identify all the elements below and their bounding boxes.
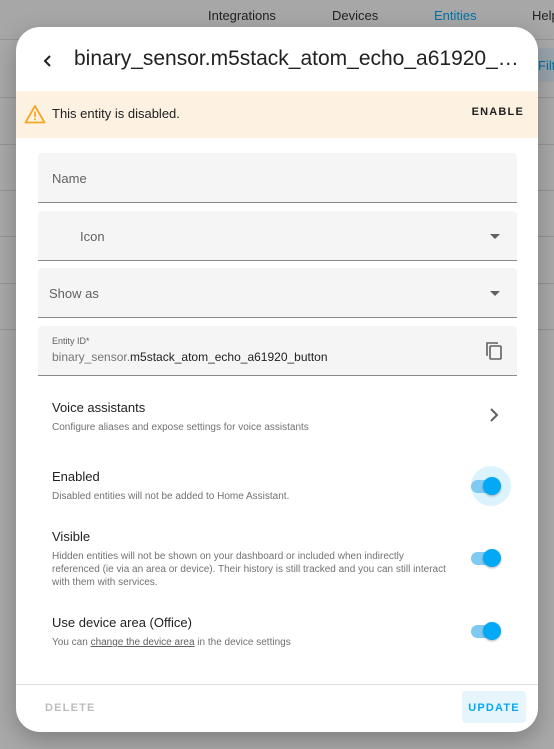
- entity-id-label: Entity ID*: [52, 336, 90, 346]
- enabled-row: Enabled Disabled entities will not be ad…: [52, 469, 522, 503]
- warning-text: This entity is disabled.: [52, 106, 180, 121]
- icon-field-label: Icon: [80, 229, 105, 244]
- switch-knob: [483, 477, 501, 495]
- show-as-select[interactable]: Show as: [38, 268, 517, 318]
- use-device-area-description: You can change the device area in the de…: [52, 636, 522, 649]
- change-device-area-link[interactable]: change the device area: [91, 637, 195, 648]
- update-button[interactable]: UPDATE: [462, 691, 526, 723]
- back-button[interactable]: [32, 45, 64, 77]
- dropdown-arrow-icon: [490, 234, 500, 239]
- disabled-warning-banner: This entity is disabled. ENABLE: [16, 91, 538, 138]
- enabled-title: Enabled: [52, 469, 100, 484]
- icon-picker[interactable]: Icon: [38, 211, 517, 261]
- voice-assistants-description: Configure aliases and expose settings fo…: [52, 422, 309, 433]
- visible-row: Visible Hidden entities will not be show…: [52, 529, 452, 589]
- warning-icon: [24, 105, 46, 124]
- use-device-area-row: Use device area (Office) You can change …: [52, 615, 522, 649]
- chevron-right-icon[interactable]: [488, 408, 500, 422]
- name-field-label: Name: [52, 171, 87, 186]
- visible-description: Hidden entities will not be shown on you…: [52, 551, 446, 588]
- use-device-area-toggle[interactable]: [469, 617, 503, 645]
- copy-icon[interactable]: [485, 341, 503, 361]
- enable-button[interactable]: ENABLE: [472, 106, 524, 118]
- delete-button[interactable]: DELETE: [45, 702, 96, 714]
- entity-id-text: m5stack_atom_echo_a61920_button: [130, 350, 328, 364]
- visible-toggle[interactable]: [469, 544, 503, 572]
- show-as-label: Show as: [49, 286, 99, 301]
- visible-title: Visible: [52, 529, 91, 544]
- use-device-area-title: Use device area (Office): [52, 615, 192, 630]
- entity-settings-dialog: binary_sensor.m5stack_atom_echo_a61920_b…: [16, 27, 538, 732]
- dialog-header: binary_sensor.m5stack_atom_echo_a61920_b…: [16, 27, 538, 91]
- switch-knob: [483, 622, 501, 640]
- name-field[interactable]: Name: [38, 153, 517, 203]
- entity-id-value: binary_sensor.m5stack_atom_echo_a61920_b…: [52, 350, 328, 364]
- desc-text: in the device settings: [194, 637, 291, 648]
- entity-id-prefix: binary_sensor.: [52, 350, 131, 364]
- desc-text: You can: [52, 637, 91, 648]
- entity-id-field[interactable]: Entity ID* binary_sensor.m5stack_atom_ec…: [38, 326, 517, 376]
- enabled-description: Disabled entities will not be added to H…: [52, 491, 290, 502]
- enabled-toggle[interactable]: [469, 466, 511, 506]
- dialog-footer: DELETE UPDATE: [16, 684, 538, 732]
- chevron-left-icon: [43, 55, 51, 67]
- dropdown-arrow-icon: [490, 291, 500, 296]
- switch-knob: [483, 549, 501, 567]
- voice-assistants-row[interactable]: Voice assistants Configure aliases and e…: [52, 400, 522, 434]
- dialog-title: binary_sensor.m5stack_atom_echo_a61920_b…: [74, 47, 520, 70]
- voice-assistants-title: Voice assistants: [52, 400, 146, 415]
